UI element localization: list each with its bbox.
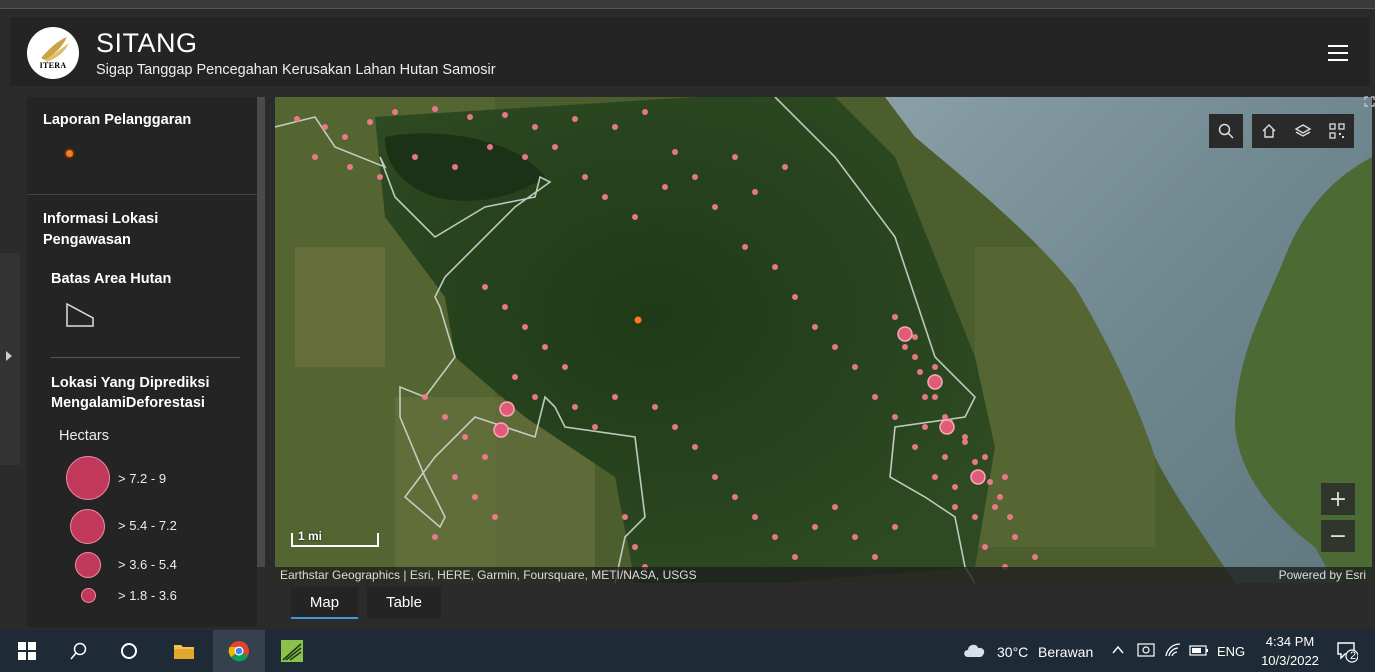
language-indicator[interactable]: ENG — [1217, 644, 1245, 659]
legend-title-batas: Batas Area Hutan — [51, 271, 172, 287]
cloud-weather-icon[interactable] — [962, 641, 988, 659]
zoom-out-button[interactable]: − — [1321, 520, 1355, 552]
browser-top-edge — [0, 0, 1375, 9]
layers-tool-button[interactable] — [1286, 114, 1320, 148]
tab-map[interactable]: Map — [291, 587, 358, 619]
map-view[interactable]: + − 1 mi Earthstar Geographics | Esri, H… — [275, 97, 1372, 583]
size-symbol-xl — [66, 456, 110, 500]
cortana-icon — [121, 643, 137, 659]
home-icon — [1262, 124, 1276, 138]
chrome-icon — [228, 641, 249, 662]
legend-title-deforestasi: Lokasi Yang Diprediksi MengalamiDeforest… — [51, 375, 210, 411]
scale-bar: 1 mi — [291, 529, 379, 547]
wifi-icon[interactable] — [1164, 642, 1182, 658]
map-attribution-bar: Earthstar Geographics | Esri, HERE, Garm… — [275, 567, 1372, 583]
app-title: SITANG — [96, 28, 198, 58]
app-header: ITERA SITANG Sigap Tanggap Pencegahan Ke… — [10, 17, 1370, 86]
legend-units-label: Hectars — [59, 428, 109, 444]
taskbar-search-button[interactable] — [60, 630, 98, 672]
folder-icon — [174, 645, 194, 659]
clock-date[interactable]: 10/3/2022 — [1255, 653, 1325, 668]
green-app-icon — [281, 640, 303, 662]
legend-title-informasi: Informasi Lokasi Pengawasan — [43, 211, 159, 248]
clock-time[interactable]: 4:34 PM — [1262, 634, 1318, 649]
legend-title-laporan: Laporan Pelanggaran — [43, 112, 192, 128]
windows-taskbar: 30°C Berawan ENG 4:34 PM 10/3/2022 2 — [0, 630, 1375, 672]
itera-logo: ITERA — [27, 27, 79, 79]
zoom-in-button[interactable]: + — [1321, 483, 1355, 515]
satellite-basemap — [275, 97, 1372, 583]
layers-icon — [1294, 124, 1312, 137]
search-icon — [70, 642, 87, 660]
chevron-right-icon — [6, 351, 12, 361]
size-class-label: > 5.4 - 7.2 — [118, 518, 177, 533]
attribution-text[interactable]: Earthstar Geographics | Esri, HERE, Garm… — [280, 567, 697, 583]
fullscreen-icon[interactable] — [1364, 96, 1375, 107]
tab-table[interactable]: Table — [367, 587, 441, 619]
legend-panel: Laporan Pelanggaran Informasi Lokasi Pen… — [27, 97, 257, 627]
weather-temp[interactable]: 30°C — [997, 644, 1028, 660]
size-symbol-sm — [81, 588, 96, 603]
size-class-label: > 7.2 - 9 — [118, 471, 167, 486]
size-symbol-md — [75, 552, 101, 578]
violation-report-point — [634, 316, 642, 324]
meet-now-icon[interactable] — [1137, 642, 1155, 658]
hamburger-menu-icon[interactable] — [1328, 45, 1348, 61]
size-class-label: > 1.8 - 3.6 — [118, 588, 177, 603]
notification-count: 2 — [1349, 650, 1357, 662]
chevron-up-icon[interactable] — [1112, 645, 1124, 655]
scale-label: 1 mi — [298, 529, 323, 543]
home-tool-button[interactable] — [1252, 114, 1286, 148]
weather-desc[interactable]: Berawan — [1038, 644, 1093, 660]
qr-code-icon — [1329, 123, 1345, 139]
zoom-in-icon: + — [1328, 486, 1348, 512]
battery-icon[interactable] — [1189, 643, 1209, 657]
view-tabs: Map Table — [275, 584, 1372, 622]
app-subtitle: Sigap Tanggap Pencegahan Kerusakan Lahan… — [96, 62, 496, 78]
size-class-label: > 3.6 - 5.4 — [118, 557, 177, 572]
legend-scrollbar[interactable] — [257, 97, 265, 567]
search-icon — [1218, 123, 1234, 139]
qr-tool-button[interactable] — [1320, 114, 1354, 148]
zoom-out-icon: − — [1328, 523, 1348, 549]
windows-logo-icon — [18, 642, 36, 660]
cortana-button[interactable] — [110, 630, 148, 672]
taskbar-app-green[interactable] — [270, 630, 314, 672]
itera-logo-mark — [41, 37, 69, 62]
powered-by-text[interactable]: Powered by Esri — [1279, 567, 1366, 583]
logo-text: ITERA — [39, 61, 67, 70]
start-button[interactable] — [8, 630, 46, 672]
panel-toggle[interactable] — [0, 253, 20, 465]
violation-report-symbol — [66, 150, 73, 157]
size-symbol-lg — [70, 509, 105, 544]
taskbar-file-explorer[interactable] — [165, 630, 203, 672]
legend-divider — [51, 357, 240, 358]
legend-divider — [27, 194, 257, 195]
search-tool-button[interactable] — [1209, 114, 1243, 148]
forest-boundary-symbol — [66, 302, 94, 327]
taskbar-chrome[interactable] — [213, 630, 265, 672]
